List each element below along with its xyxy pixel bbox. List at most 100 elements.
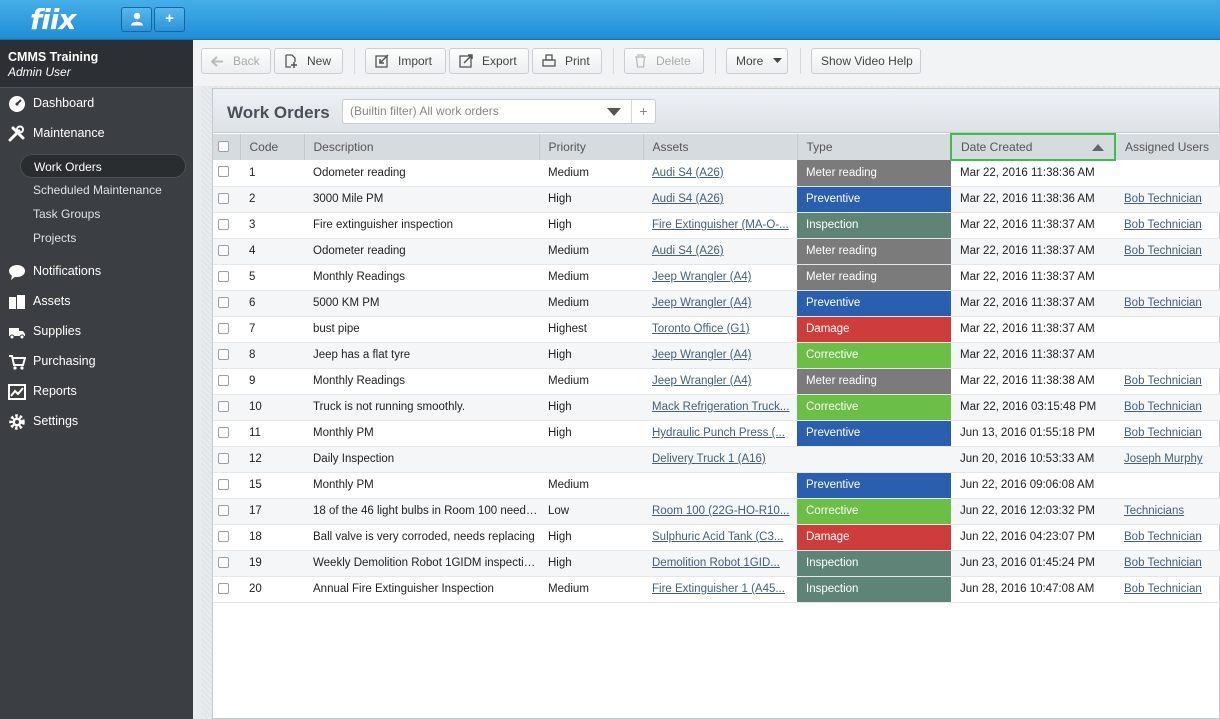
filter-select[interactable]: (Builtin filter) All work orders + [342, 99, 656, 124]
asset-link[interactable]: Room 100 (22G-HO-R10... [652, 505, 789, 517]
assigned-user-link[interactable]: Bob Technician [1124, 531, 1202, 543]
row-checkbox[interactable] [213, 160, 240, 187]
table-row[interactable]: 5 Monthly Readings Medium Jeep Wrangler (A4… [213, 264, 1220, 291]
user-profile-button[interactable] [121, 7, 152, 32]
asset-link[interactable]: Hydraulic Punch Press (... [652, 427, 785, 439]
table-row[interactable]: 18 Ball valve is very corroded, needs rep… [213, 524, 1220, 551]
row-checkbox[interactable] [213, 290, 240, 317]
row-checkbox[interactable] [213, 368, 240, 395]
nav-supplies[interactable]: Supplies [0, 317, 193, 345]
chevron-down-icon[interactable] [607, 108, 621, 116]
assigned-user-link[interactable]: Bob Technician [1124, 557, 1202, 569]
row-checkbox[interactable] [213, 472, 240, 499]
column-header-date-created[interactable]: Date Created [950, 133, 1116, 161]
column-header-assets[interactable]: Assets [643, 134, 798, 160]
nav-settings[interactable]: Settings [0, 407, 193, 435]
table-row[interactable]: 19 Weekly Demolition Robot 1GIDM inspecti… [213, 550, 1220, 577]
asset-link[interactable]: Fire Extinguisher 1 (A45... [652, 583, 785, 595]
assigned-user-link[interactable]: Bob Technician [1124, 401, 1202, 413]
cell-asset: Jeep Wrangler (A4) [643, 368, 797, 395]
assigned-user-link[interactable]: Bob Technician [1124, 297, 1202, 309]
table-row[interactable]: 8 Jeep has a flat tyre High Jeep Wrangler (… [213, 342, 1220, 369]
row-checkbox[interactable] [213, 342, 240, 369]
nav-dashboard[interactable]: Dashboard [0, 89, 193, 117]
row-checkbox[interactable] [213, 576, 240, 603]
assigned-user-link[interactable]: Joseph Murphy [1124, 453, 1203, 465]
user-role: Admin User [8, 65, 71, 79]
show-video-help-button[interactable]: Show Video Help [811, 48, 921, 74]
sub-item-projects[interactable]: Projects [20, 226, 186, 250]
row-checkbox[interactable] [213, 212, 240, 239]
table-row[interactable]: 1 Odometer reading Medium Audi S4 (A26) Mete… [213, 160, 1220, 187]
assigned-user-link[interactable]: Bob Technician [1124, 245, 1202, 257]
table-row[interactable]: 11 Monthly PM High Hydraulic Punch Press (.… [213, 420, 1220, 447]
assigned-user-link[interactable]: Bob Technician [1124, 219, 1202, 231]
cell-priority: Medium [539, 290, 643, 317]
export-button[interactable]: Export [449, 48, 529, 74]
row-checkbox[interactable] [213, 186, 240, 213]
row-checkbox[interactable] [213, 498, 240, 525]
table-row[interactable]: 4 Odometer reading Medium Audi S4 (A26) Mete… [213, 238, 1220, 265]
print-button[interactable]: Print [532, 48, 602, 74]
column-header-code[interactable]: Code [240, 134, 305, 160]
nav-reports[interactable]: Reports [0, 377, 193, 405]
table-row[interactable]: 12 Daily Inspection Delivery Truck 1 (A16)… [213, 446, 1220, 473]
assigned-user-link[interactable]: Technicians [1124, 505, 1184, 517]
asset-link[interactable]: Fire Extinguisher (MA-O-... [652, 219, 789, 231]
sub-item-work-orders[interactable]: Work Orders [20, 154, 186, 178]
table-row[interactable]: 6 5000 KM PM Medium Jeep Wrangler (A4) Preve… [213, 290, 1220, 317]
assigned-user-link[interactable]: Bob Technician [1124, 375, 1202, 387]
column-header-type[interactable]: Type [797, 134, 952, 160]
nav-purchasing[interactable]: Purchasing [0, 347, 193, 375]
assigned-user-link[interactable]: Bob Technician [1124, 427, 1202, 439]
asset-link[interactable]: Audi S4 (A26) [652, 193, 724, 205]
nav-notifications[interactable]: Notifications [0, 257, 193, 285]
column-header-description[interactable]: Description [304, 134, 540, 160]
table-row[interactable]: 17 18 of the 46 light bulbs in Room 100 n… [213, 498, 1220, 525]
fiix-logo[interactable]: fiix [30, 3, 76, 36]
import-button[interactable]: Import [365, 48, 446, 74]
row-checkbox[interactable] [213, 446, 240, 473]
table-row[interactable]: 7 bust pipe Highest Toronto Office (G1) Dama… [213, 316, 1220, 343]
add-filter-button[interactable]: + [631, 100, 655, 123]
delete-button[interactable]: Delete [624, 48, 704, 74]
column-header-assigned-users[interactable]: Assigned Users [1115, 134, 1220, 160]
row-checkbox[interactable] [213, 524, 240, 551]
table-row[interactable]: 3 Fire extinguisher inspection High Fire Ex… [213, 212, 1220, 239]
asset-link[interactable]: Jeep Wrangler (A4) [652, 375, 752, 387]
row-checkbox[interactable] [213, 238, 240, 265]
asset-link[interactable]: Mack Refrigeration Truck... [652, 401, 789, 413]
table-row[interactable]: 10 Truck is not running smoothly. High Mack… [213, 394, 1220, 421]
asset-link[interactable]: Sulphuric Acid Tank (C3... [652, 531, 783, 543]
filter-value: (Builtin filter) All work orders [350, 104, 499, 118]
assigned-user-link[interactable]: Bob Technician [1124, 193, 1202, 205]
more-dropdown-button[interactable]: More [726, 48, 788, 74]
row-checkbox[interactable] [213, 316, 240, 343]
row-checkbox[interactable] [213, 394, 240, 421]
row-checkbox[interactable] [213, 420, 240, 447]
asset-link[interactable]: Demolition Robot 1GID... [652, 557, 780, 569]
table-row[interactable]: 15 Monthly PM Medium Preventive Jun 22, 2016… [213, 472, 1220, 499]
back-button[interactable]: Back [201, 48, 271, 74]
asset-link[interactable]: Jeep Wrangler (A4) [652, 349, 752, 361]
asset-link[interactable]: Jeep Wrangler (A4) [652, 297, 752, 309]
quick-add-button[interactable]: + [154, 7, 185, 32]
sub-item-scheduled-maintenance[interactable]: Scheduled Maintenance [20, 178, 186, 202]
asset-link[interactable]: Audi S4 (A26) [652, 245, 724, 257]
asset-link[interactable]: Audi S4 (A26) [652, 167, 724, 179]
table-row[interactable]: 9 Monthly Readings Medium Jeep Wrangler (A4… [213, 368, 1220, 395]
nav-maintenance[interactable]: Maintenance [0, 119, 193, 147]
row-checkbox[interactable] [213, 550, 240, 577]
assigned-user-link[interactable]: Bob Technician [1124, 583, 1202, 595]
asset-link[interactable]: Toronto Office (G1) [652, 323, 750, 335]
table-row[interactable]: 2 3000 Mile PM High Audi S4 (A26) Preventive… [213, 186, 1220, 213]
table-row[interactable]: 20 Annual Fire Extinguisher Inspection Med… [213, 576, 1220, 603]
nav-assets[interactable]: Assets [0, 287, 193, 315]
asset-link[interactable]: Delivery Truck 1 (A16) [652, 453, 766, 465]
sub-item-task-groups[interactable]: Task Groups [20, 202, 186, 226]
select-all-checkbox[interactable] [213, 134, 241, 160]
column-header-priority[interactable]: Priority [539, 134, 644, 160]
asset-link[interactable]: Jeep Wrangler (A4) [652, 271, 752, 283]
row-checkbox[interactable] [213, 264, 240, 291]
new-button[interactable]: New [274, 48, 343, 74]
